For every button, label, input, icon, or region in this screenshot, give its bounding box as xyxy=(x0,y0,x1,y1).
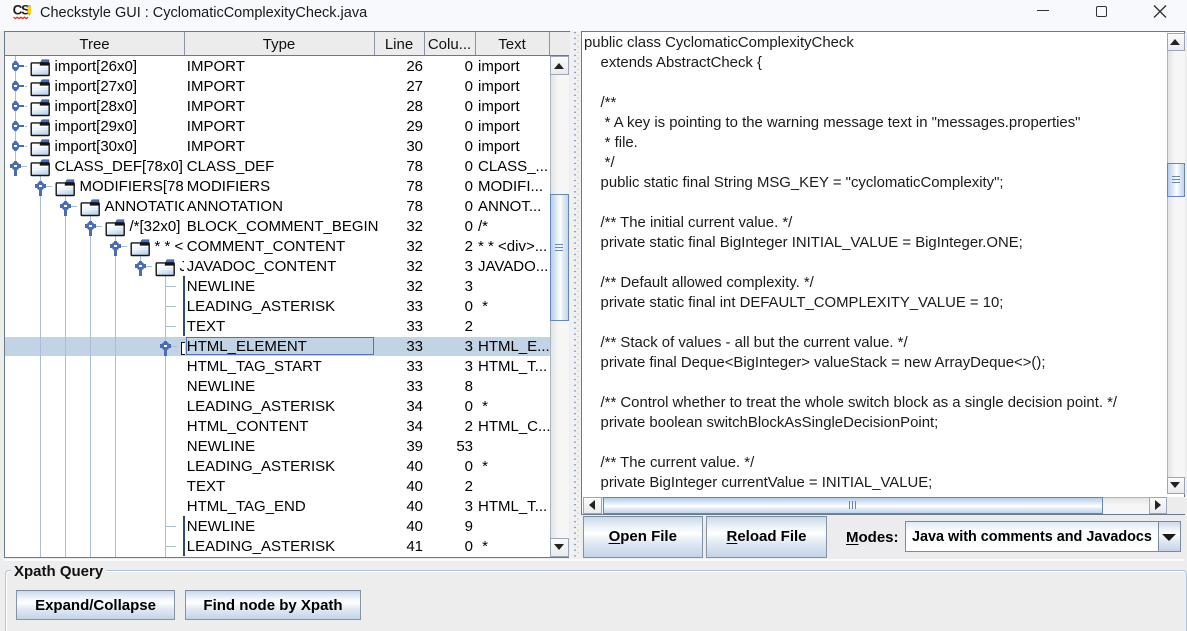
svg-text:CS: CS xyxy=(13,3,31,18)
